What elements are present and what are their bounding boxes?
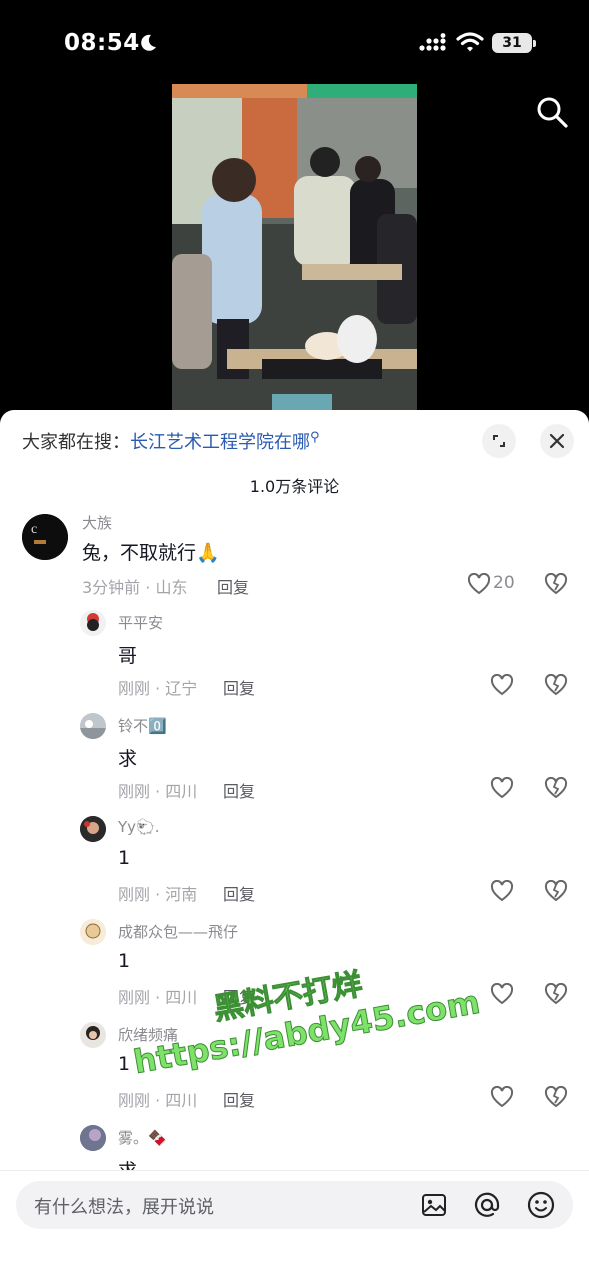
- avatar-image: [80, 713, 106, 739]
- avatar-image: [80, 1125, 106, 1151]
- comment-author[interactable]: 铃不0️⃣: [118, 715, 167, 736]
- comment-input-placeholder[interactable]: 有什么想法，展开说说: [34, 1193, 214, 1219]
- comment-author[interactable]: Yy🐑.: [118, 818, 159, 836]
- comment-author[interactable]: 大族: [82, 512, 112, 533]
- status-time: 08:54: [64, 30, 140, 56]
- svg-text:c: c: [31, 522, 37, 537]
- comment-time-location: 3分钟前 · 山东: [82, 578, 188, 597]
- signal-icon: [419, 33, 446, 51]
- heart-icon[interactable]: [490, 1086, 514, 1108]
- comment-author[interactable]: 欣绪频痛: [118, 1024, 178, 1045]
- battery-indicator: 31: [492, 33, 536, 53]
- comment-time-location: 刚刚 · 四川: [118, 988, 198, 1007]
- broken-heart-icon[interactable]: [544, 1086, 568, 1108]
- avatar[interactable]: [80, 816, 106, 842]
- comment-text: 求: [118, 748, 138, 770]
- avatar-image: [80, 919, 106, 945]
- avatar[interactable]: [80, 1022, 106, 1048]
- search-keyword[interactable]: 长江艺术工程学院在哪: [130, 432, 310, 453]
- comment-time-location: 刚刚 · 四川: [118, 1091, 198, 1110]
- emoji-icon[interactable]: [526, 1190, 556, 1220]
- heart-icon[interactable]: [490, 880, 514, 902]
- comment-text: 1: [118, 950, 131, 972]
- comment-author[interactable]: 平平安: [118, 612, 163, 633]
- reply-button[interactable]: 回复: [223, 984, 255, 1008]
- broken-heart-icon[interactable]: [544, 880, 568, 902]
- heart-icon[interactable]: [490, 777, 514, 799]
- avatar[interactable]: [80, 919, 106, 945]
- broken-heart-icon[interactable]: [544, 674, 568, 696]
- reply-button[interactable]: 回复: [217, 574, 249, 598]
- avatar[interactable]: [80, 610, 106, 636]
- heart-icon[interactable]: [490, 674, 514, 696]
- search-prefix: 大家都在搜：: [22, 432, 130, 453]
- broken-heart-icon[interactable]: [544, 983, 568, 1005]
- video-frame: [172, 84, 417, 411]
- comment-author[interactable]: 成都众包——飛仔: [118, 921, 238, 942]
- avatar[interactable]: [80, 1125, 106, 1151]
- close-icon: [549, 433, 565, 449]
- comment-sheet: 大家都在搜：长江艺术工程学院在哪⚲ 1.0万条评论 c 大族 兔，不取就行🙏 3…: [0, 410, 589, 1280]
- search-small-icon: ⚲: [310, 430, 320, 445]
- comment-text: 1: [118, 847, 131, 869]
- expand-icon: [493, 435, 505, 447]
- expand-button[interactable]: [482, 424, 516, 458]
- close-button[interactable]: [540, 424, 574, 458]
- comment-input-bar: 有什么想法，展开说说: [0, 1170, 589, 1280]
- broken-heart-icon[interactable]: [544, 777, 568, 799]
- at-mention-icon[interactable]: [472, 1190, 502, 1220]
- search-suggestion[interactable]: 大家都在搜：长江艺术工程学院在哪⚲: [22, 428, 320, 454]
- wifi-icon: [456, 32, 484, 52]
- reply-button[interactable]: 回复: [223, 1087, 255, 1111]
- reply-button[interactable]: 回复: [223, 881, 255, 905]
- battery-level: 31: [492, 33, 532, 53]
- search-icon[interactable]: [534, 94, 570, 130]
- comment-input[interactable]: 有什么想法，展开说说: [16, 1181, 573, 1229]
- avatar-image: [80, 1022, 106, 1048]
- reply-button[interactable]: 回复: [223, 778, 255, 802]
- heart-icon[interactable]: [490, 983, 514, 1005]
- comment-text: 1: [118, 1053, 131, 1075]
- comment-time-location: 刚刚 · 辽宁: [118, 679, 198, 698]
- heart-icon[interactable]: [467, 573, 491, 595]
- avatar-image: c: [22, 514, 68, 560]
- video-player[interactable]: [172, 84, 417, 411]
- reply-button[interactable]: 回复: [223, 675, 255, 699]
- comment-count: 1.0万条评论: [249, 477, 340, 496]
- comment-author[interactable]: 雾。🍫: [118, 1127, 167, 1148]
- avatar-image: [80, 610, 106, 636]
- comment-text: 兔，不取就行🙏: [82, 542, 220, 564]
- image-icon[interactable]: [420, 1191, 448, 1219]
- like-count: 20: [493, 573, 515, 593]
- broken-heart-icon[interactable]: [544, 573, 568, 595]
- comment-time-location: 刚刚 · 四川: [118, 782, 198, 801]
- avatar-image: [80, 816, 106, 842]
- moon-icon: [141, 34, 156, 51]
- comment-time-location: 刚刚 · 河南: [118, 885, 198, 904]
- status-bar: 08:54 31: [0, 0, 589, 84]
- comment-text: 哥: [118, 645, 138, 667]
- avatar[interactable]: c: [22, 514, 68, 560]
- battery-nub: [533, 40, 536, 47]
- avatar[interactable]: [80, 713, 106, 739]
